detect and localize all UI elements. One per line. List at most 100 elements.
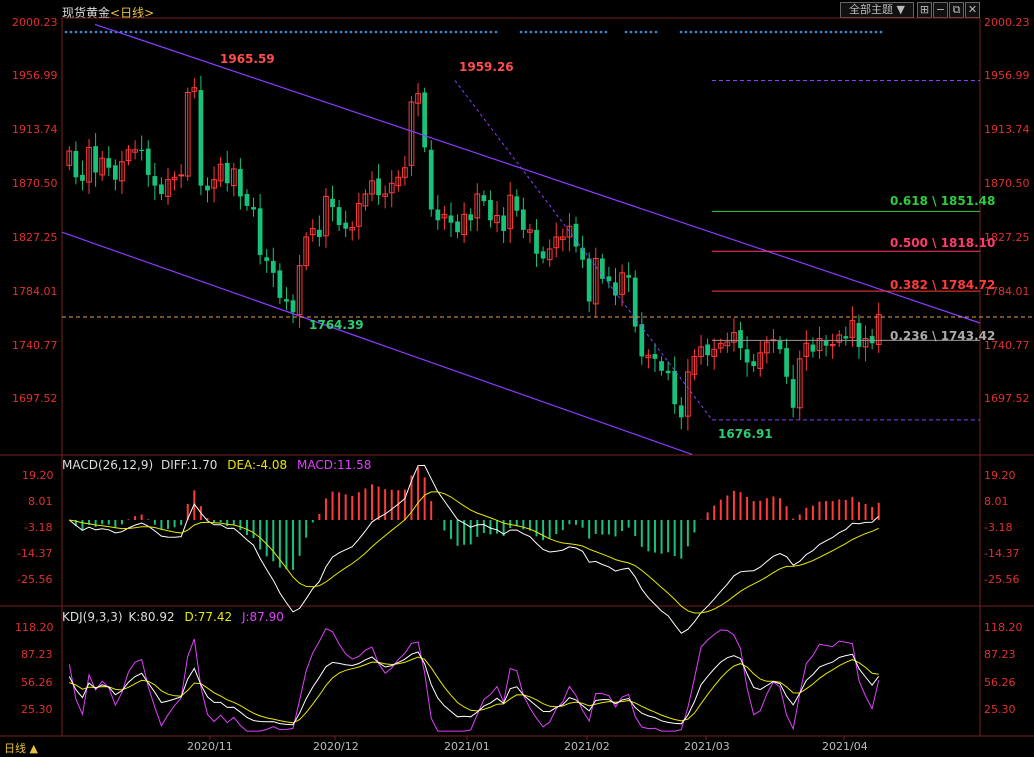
- candle-body: [514, 196, 520, 211]
- chart-window: 现货黄金 <日线> 全部主题 ▼ ⊞ − ⧉ ✕ MACD(26,12,9) D…: [0, 0, 1034, 757]
- candle-body: [784, 348, 789, 377]
- candle-body: [205, 185, 210, 191]
- event-marker-dot: [94, 30, 98, 34]
- event-marker-dot: [494, 30, 498, 34]
- event-marker-dot: [479, 30, 483, 34]
- event-marker-dot: [209, 30, 213, 34]
- candle-body: [244, 194, 250, 206]
- event-marker-dot: [784, 30, 788, 34]
- fib-trend-line: [454, 80, 713, 421]
- candle-body: [428, 149, 434, 210]
- event-marker-dot: [854, 30, 858, 34]
- event-marker-dot: [144, 30, 148, 34]
- event-marker-dot: [789, 30, 793, 34]
- candle-body: [652, 354, 658, 359]
- low-annotation: 1764.39: [309, 318, 364, 332]
- event-marker-dot: [294, 30, 298, 34]
- event-marker-dot: [559, 30, 563, 34]
- candle-body: [159, 184, 164, 194]
- event-marker-dot: [274, 30, 278, 34]
- event-marker-dot: [874, 30, 878, 34]
- event-marker-dot: [389, 30, 393, 34]
- kdj-header: KDJ(9,3,3) K:80.92 D:77.42 J:87.90: [62, 610, 284, 624]
- candle-body: [290, 300, 296, 313]
- event-marker-dot: [319, 30, 323, 34]
- event-marker-dot: [109, 30, 113, 34]
- event-marker-dot: [364, 30, 368, 34]
- kdj-tick-left: 25.30: [21, 703, 53, 716]
- candle-body: [343, 222, 349, 229]
- left-tick: 2000.23: [12, 16, 58, 29]
- event-marker-dot: [329, 30, 333, 34]
- candle-body: [639, 324, 645, 357]
- candle-body: [264, 257, 270, 261]
- event-marker-dot: [159, 30, 163, 34]
- candle-body: [80, 174, 85, 181]
- event-marker-dot: [219, 30, 223, 34]
- candle-body: [665, 370, 671, 374]
- event-marker-dot: [484, 30, 488, 34]
- x-label: 2021/02: [564, 740, 610, 753]
- event-marker-dot: [759, 30, 763, 34]
- event-marker-dot: [99, 30, 103, 34]
- event-marker-dot: [829, 30, 833, 34]
- event-marker-dot: [204, 30, 208, 34]
- event-marker-dot: [534, 30, 538, 34]
- event-marker-dot: [164, 30, 168, 34]
- event-marker-dot: [254, 30, 258, 34]
- event-marker-dot: [304, 30, 308, 34]
- event-marker-dot: [184, 30, 188, 34]
- left-tick: 1784.01: [12, 285, 58, 298]
- event-marker-dot: [699, 30, 703, 34]
- event-marker-dot: [769, 30, 773, 34]
- candle-body: [257, 208, 263, 255]
- event-marker-dot: [124, 30, 128, 34]
- candle-body: [435, 209, 441, 221]
- channel-lower-line: [61, 231, 693, 455]
- macd-diff-label: DIFF:1.70: [160, 458, 218, 472]
- macd-tick-right: -14.37: [984, 547, 1020, 560]
- high-annotation: 1965.59: [220, 52, 275, 66]
- event-marker-dot: [469, 30, 473, 34]
- candle-body: [488, 199, 493, 221]
- event-marker-dot: [834, 30, 838, 34]
- event-marker-dot: [454, 30, 458, 34]
- event-marker-dot: [444, 30, 448, 34]
- kdj-k-line: [68, 651, 880, 726]
- candle-body: [481, 195, 487, 202]
- event-marker-dot: [724, 30, 728, 34]
- macd-header: MACD(26,12,9) DIFF:1.70 DEA:-4.08 MACD:1…: [62, 458, 371, 472]
- candle-body: [632, 277, 638, 327]
- period-switch-button[interactable]: 日线 ▲: [4, 740, 38, 756]
- candle-body: [613, 282, 618, 296]
- event-marker-dot: [414, 30, 418, 34]
- candle-body: [145, 148, 151, 175]
- event-marker-dot: [574, 30, 578, 34]
- candle-body: [672, 370, 678, 405]
- candle-body: [336, 207, 342, 226]
- event-marker-dot: [544, 30, 548, 34]
- candle-body: [573, 223, 579, 247]
- candle-body: [626, 275, 632, 278]
- event-marker-dot: [134, 30, 138, 34]
- event-marker-dot: [264, 30, 268, 34]
- event-marker-dot: [799, 30, 803, 34]
- candle-body: [659, 361, 664, 371]
- event-marker-dot: [394, 30, 398, 34]
- macd-tick-left: -14.37: [17, 547, 53, 560]
- event-marker-dot: [624, 30, 628, 34]
- kdj-tick-left: 118.20: [15, 621, 54, 634]
- x-label: 2021/03: [684, 740, 730, 753]
- event-marker-dot: [194, 30, 198, 34]
- event-marker-dot: [519, 30, 523, 34]
- event-marker-dot: [704, 30, 708, 34]
- event-marker-dot: [149, 30, 153, 34]
- event-marker-dot: [474, 30, 478, 34]
- event-marker-dot: [564, 30, 568, 34]
- event-marker-dot: [259, 30, 263, 34]
- event-marker-dot: [324, 30, 328, 34]
- kdj-tick-right: 87.23: [984, 648, 1016, 661]
- x-label: 2020/11: [187, 740, 233, 753]
- event-marker-dot: [689, 30, 693, 34]
- event-marker-dot: [224, 30, 228, 34]
